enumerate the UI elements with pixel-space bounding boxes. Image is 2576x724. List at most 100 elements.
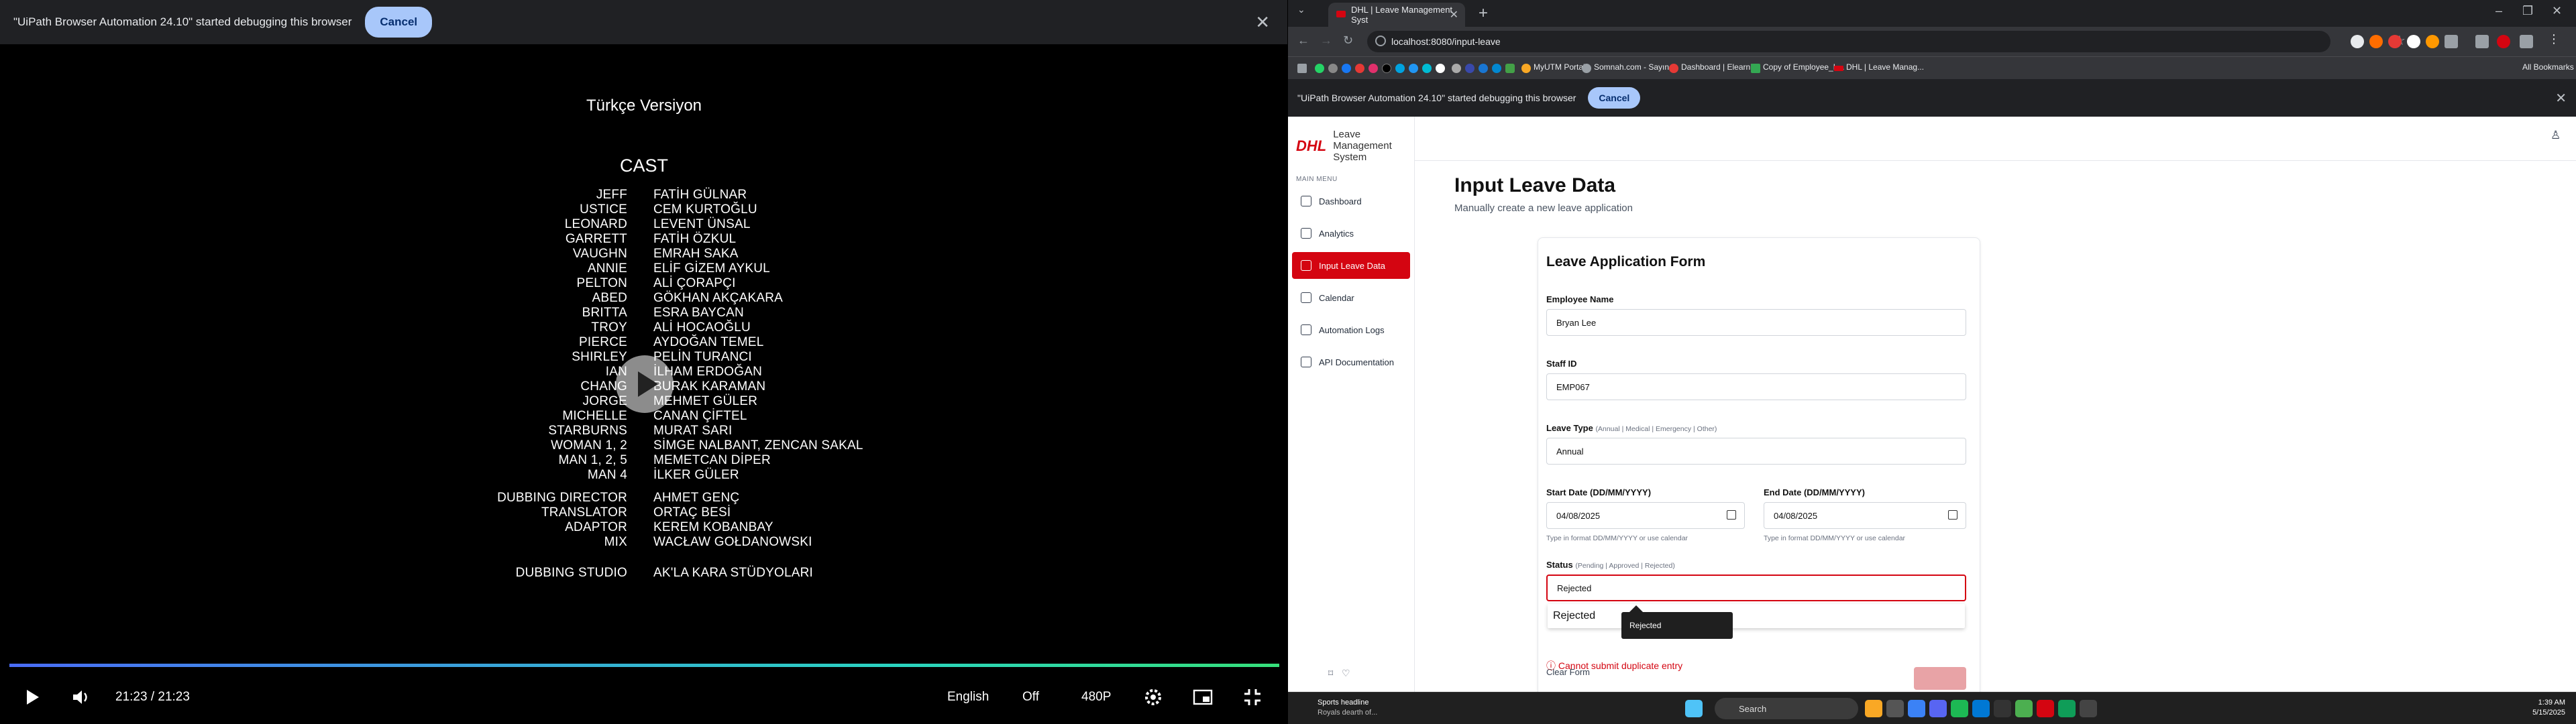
reload-icon[interactable]: ↻ (1343, 34, 1353, 48)
start-date-input[interactable]: 04/08/2025 (1546, 502, 1745, 529)
bookmark-icon[interactable] (1479, 64, 1488, 73)
back-icon[interactable]: ← (1297, 34, 1309, 48)
debug-cancel-button[interactable]: Cancel (1588, 87, 1641, 109)
menu-kebab-icon[interactable]: ⋮ (2548, 32, 2561, 46)
system-clock[interactable]: 1:39 AM 5/15/2025 (2532, 698, 2565, 718)
play-overlay-button[interactable] (616, 355, 674, 413)
sheets-icon[interactable] (1751, 64, 1760, 73)
sidebar-item-input-leave-data[interactable]: Input Leave Data (1292, 252, 1410, 279)
elearning-icon[interactable] (1669, 64, 1678, 73)
vscode-icon[interactable] (1972, 700, 1990, 717)
tiktok-icon[interactable] (1382, 64, 1391, 73)
bookmark-icon[interactable] (1505, 64, 1515, 73)
bookmark-somnah[interactable]: Somnah.com - Sayın... (1594, 62, 1676, 72)
bookmark-outline-icon[interactable]: ⌑ (1328, 668, 1333, 679)
minimize-icon[interactable]: – (2496, 4, 2502, 18)
autocomplete-option[interactable]: Rejected (1548, 604, 1965, 628)
profile-avatar[interactable] (2497, 35, 2510, 48)
sidebar-item-dashboard[interactable]: Dashboard (1292, 188, 1410, 215)
forward-icon[interactable]: → (1320, 34, 1332, 48)
spotify-icon[interactable] (1951, 700, 1968, 717)
taskbar-search[interactable]: Search (1715, 698, 1858, 719)
extension-icon[interactable] (2369, 35, 2383, 48)
leave-type-input[interactable]: Annual (1546, 438, 1966, 465)
new-tab-icon[interactable]: + (1479, 4, 1488, 23)
tab-leave-management[interactable]: DHL | Leave Management Syst ✕ (1328, 3, 1465, 27)
chrome-icon[interactable] (2015, 700, 2033, 717)
app-icon[interactable] (2058, 700, 2076, 717)
extension-icon[interactable] (2388, 35, 2402, 48)
bookmark-icon[interactable] (1409, 64, 1418, 73)
staff-id-input[interactable]: EMP067 (1546, 373, 1966, 400)
extension-icon[interactable] (2351, 35, 2364, 48)
credit-row: BRITTA ESRA BAYCAN (470, 306, 818, 320)
credit-row: LEONARD LEVENT ÜNSAL (470, 217, 818, 232)
bookmark-employee[interactable]: Copy of Employee_L... (1763, 62, 1844, 72)
cast-icon[interactable] (2475, 35, 2489, 48)
submit-button[interactable] (1914, 667, 1966, 690)
volume-button[interactable] (71, 682, 91, 712)
discord-icon[interactable] (1929, 700, 1947, 717)
bookmark-icon[interactable] (1452, 64, 1461, 73)
user-icon[interactable]: ♙ (2551, 129, 2564, 142)
app-icon[interactable] (1886, 700, 1904, 717)
bookmark-icon[interactable] (1328, 64, 1338, 73)
employee-name-input[interactable]: Bryan Lee (1546, 309, 1966, 336)
bookmark-icon[interactable] (1395, 64, 1405, 73)
calendar-icon[interactable] (1948, 510, 1957, 520)
quality-button[interactable]: 480P (1081, 682, 1111, 712)
app-icon[interactable] (2037, 700, 2054, 717)
address-bar[interactable]: localhost:8080/input-leave ☆ (1367, 31, 2406, 52)
sidebar-item-automation-logs[interactable]: Automation Logs (1292, 316, 1410, 343)
github-icon[interactable] (1436, 64, 1445, 73)
sidebar-item-analytics[interactable]: Analytics (1292, 220, 1410, 247)
facebook-icon[interactable] (1342, 64, 1351, 73)
whatsapp-icon[interactable] (1315, 64, 1324, 73)
sidebar-item-calendar[interactable]: Calendar (1292, 284, 1410, 311)
status-input[interactable]: Rejected (1546, 575, 1966, 601)
app-icon[interactable] (2080, 700, 2097, 717)
exit-fullscreen-button[interactable] (1242, 682, 1263, 712)
picture-in-picture-button[interactable] (1193, 682, 1213, 712)
app-icon[interactable] (1994, 700, 2011, 717)
instagram-icon[interactable] (1368, 64, 1378, 73)
heart-icon[interactable]: ♡ (1342, 668, 1350, 679)
all-bookmarks[interactable]: All Bookmarks (2522, 62, 2574, 72)
globe-icon[interactable] (1582, 64, 1591, 73)
file-explorer-icon[interactable] (1865, 700, 1882, 717)
debug-cancel-button[interactable]: Cancel (365, 7, 433, 38)
tab-search-icon[interactable]: ⌄ (1297, 4, 1305, 15)
sidebar-item-api-documentation[interactable]: API Documentation (1292, 349, 1410, 375)
site-info-icon[interactable] (1375, 36, 1386, 46)
calendar-icon[interactable] (1727, 510, 1736, 520)
myutm-icon[interactable] (1521, 64, 1531, 73)
audio-language-button[interactable]: English (947, 682, 989, 712)
close-icon[interactable]: ✕ (1255, 12, 1270, 33)
close-window-icon[interactable]: ✕ (2552, 4, 2562, 18)
end-date-input[interactable]: 04/08/2025 (1764, 502, 1966, 529)
dhl-favicon-icon[interactable] (1834, 66, 1843, 71)
bookmark-dashboard[interactable]: Dashboard | Elearni... (1681, 62, 1759, 72)
extensions-puzzle-icon[interactable] (2445, 35, 2458, 48)
bookmark-myutm[interactable]: MyUTM Portal (1534, 62, 1585, 72)
download-icon[interactable] (2520, 35, 2533, 48)
bookmark-dhl[interactable]: DHL | Leave Manag... (1846, 62, 1924, 72)
windows-start-icon[interactable] (1685, 700, 1703, 717)
video-progress-bar[interactable] (9, 664, 1279, 667)
extension-icon[interactable] (2407, 35, 2420, 48)
play-button[interactable] (23, 682, 42, 712)
close-tab-icon[interactable]: ✕ (1450, 8, 1458, 21)
restore-icon[interactable]: ❐ (2522, 4, 2533, 18)
bookmark-icon[interactable] (1422, 64, 1432, 73)
apps-icon[interactable] (1297, 64, 1307, 73)
close-icon[interactable]: ✕ (2555, 90, 2567, 107)
youtube-icon[interactable] (1355, 64, 1364, 73)
news-widget[interactable]: Sports headline Royals dearth of... (1297, 698, 1377, 718)
bookmark-icon[interactable] (1465, 64, 1474, 73)
subtitles-button[interactable]: Off (1022, 682, 1039, 712)
extension-icon[interactable] (2426, 35, 2439, 48)
app-icon[interactable] (1908, 700, 1925, 717)
brand[interactable]: DHL Leave Management System (1296, 129, 1414, 163)
bookmark-icon[interactable] (1492, 64, 1501, 73)
settings-button[interactable] (1143, 682, 1163, 712)
